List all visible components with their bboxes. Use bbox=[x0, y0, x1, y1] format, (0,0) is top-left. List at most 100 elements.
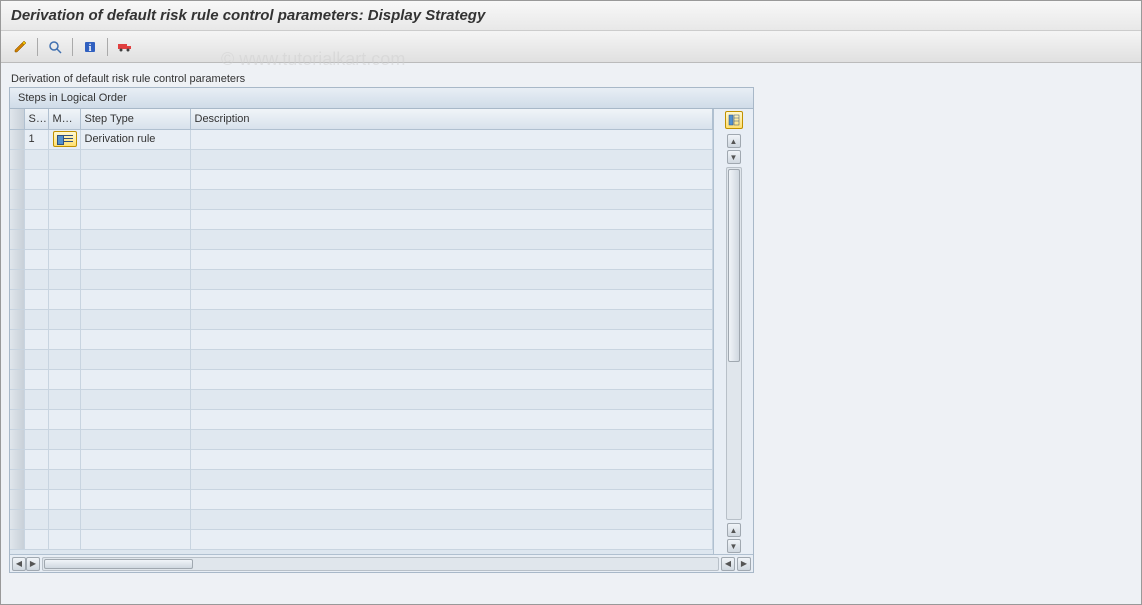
cell-maint[interactable] bbox=[48, 489, 80, 509]
content-area: Derivation of default risk rule control … bbox=[1, 63, 1141, 604]
cell-maint[interactable] bbox=[48, 429, 80, 449]
cell-step bbox=[24, 309, 48, 329]
grid-main: St... Ma... Step Type Description 1Deriv… bbox=[10, 109, 713, 554]
vertical-scrollbar[interactable] bbox=[726, 167, 742, 520]
cell-maint[interactable] bbox=[48, 529, 80, 549]
info-button[interactable]: i bbox=[79, 36, 101, 58]
cell-maint[interactable] bbox=[48, 289, 80, 309]
row-selector[interactable] bbox=[10, 429, 24, 449]
cell-step bbox=[24, 329, 48, 349]
cell-maint[interactable] bbox=[48, 229, 80, 249]
cell-maint[interactable] bbox=[48, 189, 80, 209]
row-selector[interactable] bbox=[10, 469, 24, 489]
row-selector[interactable] bbox=[10, 249, 24, 269]
cell-step bbox=[24, 169, 48, 189]
horizontal-scrollbar[interactable] bbox=[42, 557, 719, 571]
scroll-up-bottom-button[interactable]: ▲ bbox=[727, 523, 741, 537]
table-row[interactable] bbox=[10, 149, 713, 169]
row-selector[interactable] bbox=[10, 409, 24, 429]
row-selector[interactable] bbox=[10, 369, 24, 389]
cell-maint[interactable] bbox=[48, 449, 80, 469]
row-selector[interactable] bbox=[10, 489, 24, 509]
cell-maint[interactable] bbox=[48, 129, 80, 149]
cell-maint[interactable] bbox=[48, 309, 80, 329]
row-selector[interactable] bbox=[10, 389, 24, 409]
row-selector[interactable] bbox=[10, 329, 24, 349]
scroll-left-end-button[interactable]: ◀ bbox=[721, 557, 735, 571]
table-row[interactable] bbox=[10, 309, 713, 329]
grid-side-controls: ▲ ▼ ▲ ▼ bbox=[713, 109, 753, 554]
row-selector[interactable] bbox=[10, 309, 24, 329]
table-row[interactable] bbox=[10, 369, 713, 389]
select-all-header[interactable] bbox=[10, 109, 24, 129]
cell-maint[interactable] bbox=[48, 329, 80, 349]
cell-maint[interactable] bbox=[48, 269, 80, 289]
column-header-desc[interactable]: Description bbox=[190, 109, 713, 129]
transport-button[interactable] bbox=[114, 36, 136, 58]
table-row[interactable] bbox=[10, 229, 713, 249]
cell-maint[interactable] bbox=[48, 249, 80, 269]
table-row[interactable] bbox=[10, 509, 713, 529]
cell-maint[interactable] bbox=[48, 469, 80, 489]
table-row[interactable] bbox=[10, 209, 713, 229]
scroll-right-end-button[interactable]: ▶ bbox=[737, 557, 751, 571]
scroll-down-bottom-button[interactable]: ▼ bbox=[727, 539, 741, 553]
cell-maint[interactable] bbox=[48, 409, 80, 429]
row-selector[interactable] bbox=[10, 209, 24, 229]
table-row[interactable] bbox=[10, 489, 713, 509]
column-header-type[interactable]: Step Type bbox=[80, 109, 190, 129]
cell-maint[interactable] bbox=[48, 389, 80, 409]
table-row[interactable] bbox=[10, 409, 713, 429]
table-row[interactable] bbox=[10, 289, 713, 309]
table-settings-button[interactable] bbox=[725, 111, 743, 129]
column-header-maint[interactable]: Ma... bbox=[48, 109, 80, 129]
scroll-left-button[interactable]: ◀ bbox=[12, 557, 26, 571]
cell-maint[interactable] bbox=[48, 349, 80, 369]
table-row[interactable] bbox=[10, 329, 713, 349]
cell-desc bbox=[190, 369, 713, 389]
row-selector[interactable] bbox=[10, 269, 24, 289]
table-row[interactable] bbox=[10, 429, 713, 449]
table-row[interactable] bbox=[10, 169, 713, 189]
cell-type bbox=[80, 509, 190, 529]
scroll-up-button[interactable]: ▲ bbox=[727, 134, 741, 148]
scroll-down-button[interactable]: ▼ bbox=[727, 150, 741, 164]
cell-maint[interactable] bbox=[48, 509, 80, 529]
row-selector[interactable] bbox=[10, 289, 24, 309]
column-header-step[interactable]: St... bbox=[24, 109, 48, 129]
maintenance-icon[interactable] bbox=[53, 131, 77, 147]
table-row[interactable] bbox=[10, 189, 713, 209]
table-row[interactable] bbox=[10, 469, 713, 489]
table-row[interactable] bbox=[10, 249, 713, 269]
row-selector[interactable] bbox=[10, 349, 24, 369]
cell-desc bbox=[190, 289, 713, 309]
cell-step bbox=[24, 349, 48, 369]
horizontal-scroll-row: ◀ ▶ ◀ ▶ bbox=[10, 554, 753, 572]
table-row[interactable] bbox=[10, 389, 713, 409]
table-row[interactable] bbox=[10, 449, 713, 469]
table-row[interactable] bbox=[10, 349, 713, 369]
find-button[interactable] bbox=[44, 36, 66, 58]
cell-type bbox=[80, 429, 190, 449]
row-selector[interactable] bbox=[10, 169, 24, 189]
horizontal-scroll-thumb[interactable] bbox=[44, 559, 193, 569]
row-selector[interactable] bbox=[10, 509, 24, 529]
row-selector[interactable] bbox=[10, 149, 24, 169]
steps-table: St... Ma... Step Type Description 1Deriv… bbox=[10, 109, 713, 550]
cell-maint[interactable] bbox=[48, 369, 80, 389]
cell-maint[interactable] bbox=[48, 149, 80, 169]
table-row[interactable] bbox=[10, 529, 713, 549]
row-selector[interactable] bbox=[10, 529, 24, 549]
row-selector[interactable] bbox=[10, 129, 24, 149]
table-row[interactable]: 1Derivation rule bbox=[10, 129, 713, 149]
row-selector[interactable] bbox=[10, 229, 24, 249]
cell-maint[interactable] bbox=[48, 209, 80, 229]
row-selector[interactable] bbox=[10, 189, 24, 209]
table-row[interactable] bbox=[10, 269, 713, 289]
scroll-right-button[interactable]: ▶ bbox=[26, 557, 40, 571]
edit-button[interactable] bbox=[9, 36, 31, 58]
cell-maint[interactable] bbox=[48, 169, 80, 189]
vertical-scroll-thumb[interactable] bbox=[728, 169, 740, 362]
row-selector[interactable] bbox=[10, 449, 24, 469]
cell-step bbox=[24, 489, 48, 509]
